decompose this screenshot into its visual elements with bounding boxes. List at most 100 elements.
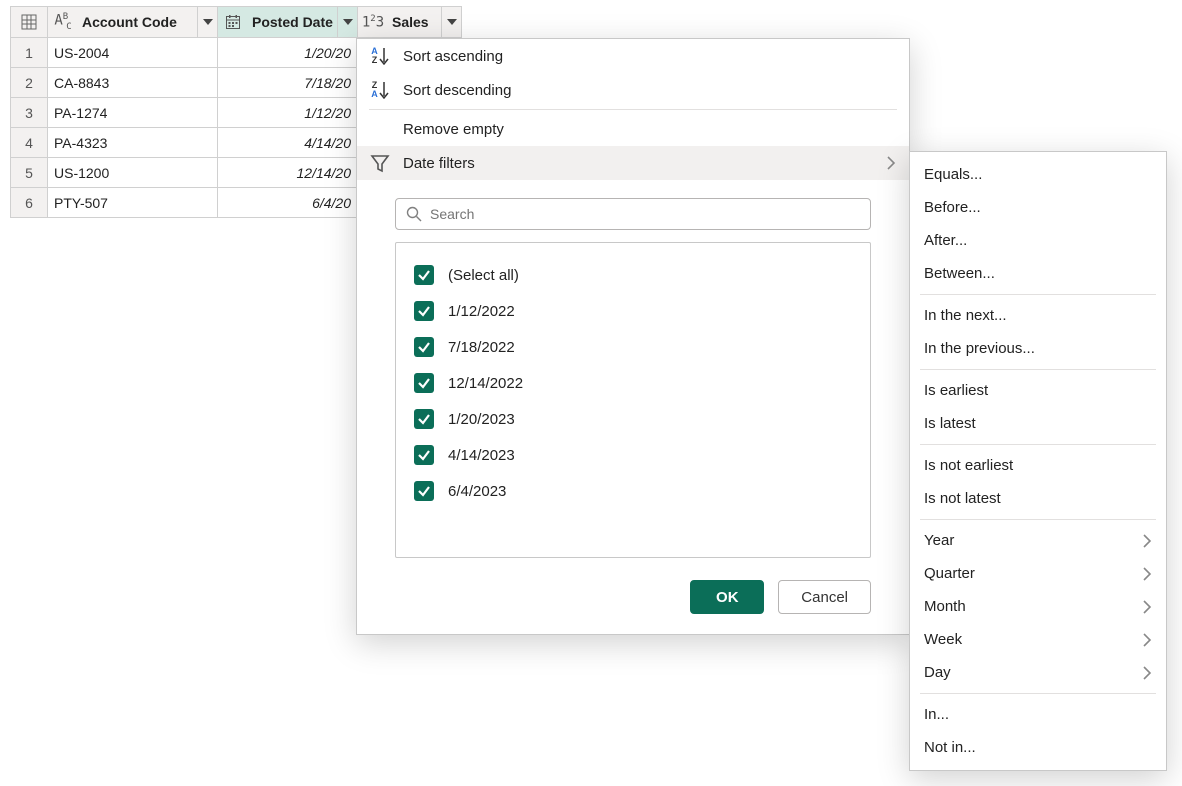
submenu-label: In the previous... [924,340,1152,357]
chevron-right-icon [1142,666,1152,680]
date-filter-option[interactable]: Month [910,590,1166,623]
filter-value-item[interactable]: 1/12/2022 [414,293,852,329]
sort-desc-icon: ZA [357,81,403,99]
filter-value-item[interactable]: 6/4/2023 [414,473,852,509]
date-filter-option[interactable]: Is not earliest [910,449,1166,482]
filter-value-list: (Select all)1/12/2022 7/18/2022 12/14/2022… [395,242,871,558]
column-header-account-code[interactable]: ABC Account Code [48,7,217,37]
menu-label: Sort ascending [403,48,909,65]
date-filters-item[interactable]: Date filters [357,146,909,180]
date-type-icon [218,14,248,30]
chevron-right-icon [1142,567,1152,581]
chevron-right-icon [1142,633,1152,647]
cell-account-code[interactable]: US-2004 [48,38,218,68]
date-filter-option[interactable]: Equals... [910,158,1166,191]
button-label: OK [716,589,739,606]
table-corner-icon[interactable] [11,14,47,30]
submenu-label: Quarter [924,565,1142,582]
row-number: 6 [11,188,48,218]
date-filter-option[interactable]: Not in... [910,731,1166,764]
filter-value-item[interactable]: 7/18/2022 [414,329,852,365]
cell-posted-date[interactable]: 12/14/20 [218,158,358,188]
filter-value-item[interactable]: 1/20/2023 [414,401,852,437]
date-filter-option[interactable]: In the next... [910,299,1166,332]
cell-posted-date[interactable]: 4/14/20 [218,128,358,158]
submenu-divider [920,519,1156,520]
text-type-icon: ABC [48,12,78,31]
submenu-label: In the next... [924,307,1152,324]
sort-descending-item[interactable]: ZA Sort descending [357,73,909,107]
checkbox-checked-icon[interactable] [414,337,434,357]
row-number: 3 [11,98,48,128]
column-header-posted-date[interactable]: Posted Date [218,7,357,37]
submenu-label: Year [924,532,1142,549]
date-filter-option[interactable]: Is latest [910,407,1166,440]
date-filter-option[interactable]: In... [910,698,1166,731]
submenu-label: In... [924,706,1152,723]
date-filter-option[interactable]: Is earliest [910,374,1166,407]
filter-value-label: 1/20/2023 [448,411,515,428]
date-filter-option[interactable]: Is not latest [910,482,1166,515]
date-filter-option[interactable]: Week [910,623,1166,656]
checkbox-checked-icon[interactable] [414,409,434,429]
date-filter-option[interactable]: Quarter [910,557,1166,590]
submenu-label: Is not earliest [924,457,1152,474]
cell-account-code[interactable]: PTY-507 [48,188,218,218]
ok-button[interactable]: OK [690,580,764,614]
cell-posted-date[interactable]: 1/12/20 [218,98,358,128]
cell-account-code[interactable]: PA-4323 [48,128,218,158]
submenu-label: Is earliest [924,382,1152,399]
sort-ascending-item[interactable]: AZ Sort ascending [357,39,909,73]
cell-posted-date[interactable]: 6/4/20 [218,188,358,218]
filter-value-item[interactable]: 4/14/2023 [414,437,852,473]
row-number: 1 [11,38,48,68]
date-filter-option[interactable]: After... [910,224,1166,257]
column-title: Sales [388,14,441,30]
cell-posted-date[interactable]: 7/18/20 [218,68,358,98]
submenu-label: Week [924,631,1142,648]
date-filter-option[interactable]: Day [910,656,1166,689]
filter-value-label: 12/14/2022 [448,375,523,392]
row-number: 5 [11,158,48,188]
checkbox-checked-icon[interactable] [414,481,434,501]
column-filter-button[interactable] [441,7,461,37]
date-filters-submenu: Equals...Before...After...Between... In t… [909,151,1167,771]
checkbox-checked-icon[interactable] [414,301,434,321]
date-filter-option[interactable]: In the previous... [910,332,1166,365]
cell-account-code[interactable]: PA-1274 [48,98,218,128]
row-number: 4 [11,128,48,158]
submenu-label: Month [924,598,1142,615]
filter-value-item[interactable]: (Select all) [414,257,852,293]
submenu-label: Is not latest [924,490,1152,507]
filter-value-label: 4/14/2023 [448,447,515,464]
menu-divider [369,109,897,110]
submenu-label: Not in... [924,739,1152,756]
filter-value-item[interactable]: 12/14/2022 [414,365,852,401]
filter-value-label: 7/18/2022 [448,339,515,356]
submenu-divider [920,444,1156,445]
checkbox-checked-icon[interactable] [414,445,434,465]
date-filter-option[interactable]: Before... [910,191,1166,224]
column-title: Account Code [78,14,197,30]
date-filter-option[interactable]: Between... [910,257,1166,290]
cell-account-code[interactable]: US-1200 [48,158,218,188]
checkbox-checked-icon[interactable] [414,373,434,393]
column-title: Posted Date [248,14,337,30]
date-filter-option[interactable]: Year [910,524,1166,557]
menu-label: Date filters [403,155,873,172]
cell-account-code[interactable]: CA-8843 [48,68,218,98]
cancel-button[interactable]: Cancel [778,580,871,614]
filter-icon [357,153,403,173]
cell-posted-date[interactable]: 1/20/20 [218,38,358,68]
column-header-sales[interactable]: 123 Sales [358,7,461,37]
submenu-label: Day [924,664,1142,681]
column-filter-button[interactable] [337,7,357,37]
filter-search-box[interactable] [395,198,871,230]
checkbox-checked-icon[interactable] [414,265,434,285]
row-number: 2 [11,68,48,98]
number-type-icon: 123 [358,14,388,31]
remove-empty-item[interactable]: Remove empty [357,112,909,146]
column-filter-panel: AZ Sort ascending ZA Sort descending Rem… [356,38,910,635]
column-filter-button[interactable] [197,7,217,37]
search-input[interactable] [428,205,860,223]
